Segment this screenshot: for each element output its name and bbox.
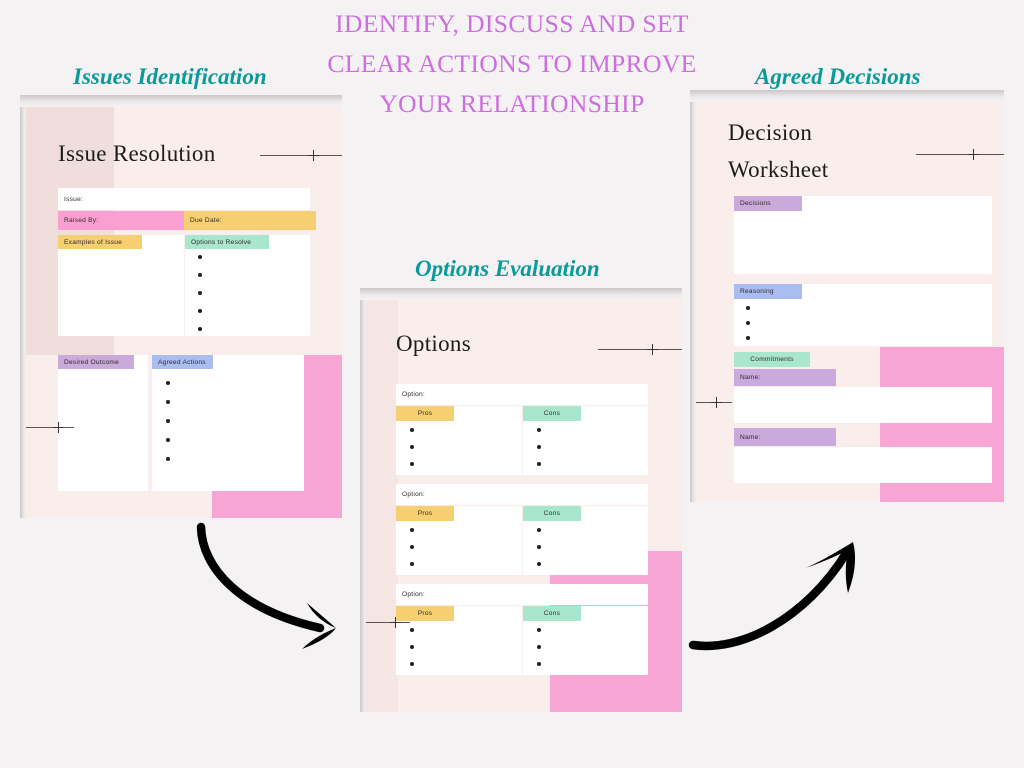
field-issue-label: Issue: (64, 195, 84, 203)
option-row-1-pros-bullets (410, 428, 420, 470)
page-title: IDENTIFY, DISCUSS AND SET CLEAR ACTIONS … (282, 4, 742, 124)
card-issue-resolution[interactable]: Issue Resolution Issue: Raised By: Due D… (26, 107, 342, 518)
option-row-2-cons-bullets (537, 528, 547, 570)
bullet (537, 528, 542, 533)
option-row-2-pros-label[interactable]: Pros (396, 506, 454, 521)
option-row-3-label: Option: (402, 591, 426, 598)
bullet (537, 662, 542, 667)
field-due-date-label[interactable]: Due Date: (184, 211, 316, 230)
sparkle-icon (711, 397, 722, 408)
bullet (198, 255, 203, 260)
field-examples-box[interactable] (58, 235, 184, 336)
bullet (410, 545, 415, 550)
card-issue-header-rule (260, 155, 342, 156)
bullet (410, 445, 415, 450)
section-label-options-evaluation: Options Evaluation (415, 256, 600, 281)
bullet (198, 309, 203, 314)
section-label-agreed-decisions: Agreed Decisions (755, 64, 921, 89)
card-issue-side-rule (26, 427, 74, 428)
bullet (410, 462, 415, 467)
page-title-line-2: CLEAR ACTIONS TO IMPROVE (327, 49, 697, 78)
agreed-actions-bullets (166, 381, 176, 481)
sparkle-icon (53, 422, 64, 433)
option-row-2-cons-label[interactable]: Cons (523, 506, 581, 521)
bullet (746, 306, 751, 311)
card-issue-title: Issue Resolution (58, 141, 216, 166)
sparkle-icon (308, 150, 319, 161)
bullet (537, 562, 542, 567)
card-decision-title-line-2: Worksheet (728, 157, 829, 182)
card-options-header-rule (598, 349, 682, 350)
option-row-1-label: Option: (402, 391, 426, 398)
field-desired-outcome-box[interactable] (58, 355, 148, 491)
option-row-3-pros-bullets (410, 628, 420, 670)
bullet (166, 438, 171, 443)
bullet (410, 645, 415, 650)
field-raised-by-label[interactable]: Raised By: (58, 211, 190, 230)
bullet (537, 645, 542, 650)
bullet (537, 445, 542, 450)
bullet (166, 381, 171, 386)
bullet (537, 628, 542, 633)
option-row-3-pros-label[interactable]: Pros (396, 606, 454, 621)
bullet (198, 327, 203, 332)
field-name-1-label[interactable]: Name: (734, 369, 836, 386)
option-row-1-pros-label[interactable]: Pros (396, 406, 454, 421)
field-name-2-label[interactable]: Name: (734, 428, 836, 446)
bullet (746, 336, 751, 341)
bullet (746, 321, 751, 326)
arrow-right-up-icon (688, 542, 856, 651)
bullet (410, 628, 415, 633)
option-row-3-cons-label[interactable]: Cons (523, 606, 581, 621)
card-options-title: Options (396, 331, 471, 356)
sparkle-icon (647, 344, 658, 355)
field-reasoning-label[interactable]: Reasoning (734, 284, 802, 299)
field-agreed-actions-label[interactable]: Agreed Actions (152, 355, 213, 369)
card-options-top-shadow (360, 288, 682, 300)
card-decision-top-shadow (690, 90, 1004, 102)
option-row-3-cons-bullets (537, 628, 547, 670)
bullet (410, 662, 415, 667)
reasoning-bullets (746, 306, 756, 342)
bullet (166, 419, 171, 424)
field-name-2-box[interactable] (734, 447, 992, 483)
page-title-line-1: IDENTIFY, DISCUSS AND SET (335, 9, 689, 38)
card-decision-title-line-1: Decision (728, 120, 813, 145)
options-to-resolve-bullets (198, 255, 208, 335)
sparkle-icon (968, 149, 979, 160)
bullet (537, 428, 542, 433)
bullet (410, 562, 415, 567)
card-options-tint-band (366, 300, 398, 712)
field-commitments-label[interactable]: Commitments (734, 352, 810, 367)
field-decisions-label[interactable]: Decisions (734, 196, 802, 211)
bullet (537, 545, 542, 550)
bullet (198, 273, 203, 278)
page-title-line-3: YOUR RELATIONSHIP (379, 89, 645, 118)
bullet (166, 400, 171, 405)
bullet (166, 457, 171, 462)
card-options[interactable]: Options Option: Pros Cons Option: Pros C… (366, 300, 682, 712)
field-desired-outcome-label[interactable]: Desired Outcome (58, 355, 134, 369)
option-row-1-cons-label[interactable]: Cons (523, 406, 581, 421)
bullet (410, 528, 415, 533)
card-decision-worksheet[interactable]: Decision Worksheet Decisions Reasoning C… (696, 102, 1004, 502)
option-row-2-label: Option: (402, 491, 426, 498)
sparkle-icon (390, 617, 401, 628)
card-issue-top-shadow (20, 95, 342, 107)
option-row-1-cons-bullets (537, 428, 547, 470)
field-examples-label[interactable]: Examples of Issue (58, 235, 142, 249)
arrow-left-down-icon (196, 522, 336, 649)
card-options-side-rule (366, 622, 410, 623)
poster-canvas: IDENTIFY, DISCUSS AND SET CLEAR ACTIONS … (0, 0, 1024, 768)
field-options-to-resolve-label[interactable]: Options to Resolve (185, 235, 269, 249)
card-decision-header-rule (916, 154, 1004, 155)
field-name-1-box[interactable] (734, 387, 992, 423)
option-row-2-pros-bullets (410, 528, 420, 570)
bullet (198, 291, 203, 296)
bullet (537, 462, 542, 467)
section-label-issues-identification: Issues Identification (73, 64, 267, 89)
bullet (410, 428, 415, 433)
